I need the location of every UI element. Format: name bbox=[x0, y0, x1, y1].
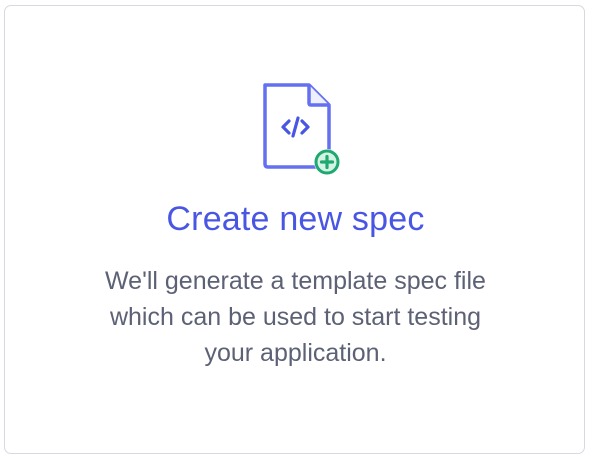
file-code-add-icon bbox=[257, 81, 347, 179]
create-new-spec-card[interactable]: Create new spec We'll generate a templat… bbox=[4, 5, 585, 454]
card-title: Create new spec bbox=[166, 200, 425, 238]
description-line: your application. bbox=[204, 339, 387, 367]
card-description: We'll generate a template spec file whic… bbox=[5, 263, 586, 371]
description-line: We'll generate a template spec file bbox=[105, 267, 486, 295]
description-line: which can be used to start testing bbox=[109, 303, 482, 331]
